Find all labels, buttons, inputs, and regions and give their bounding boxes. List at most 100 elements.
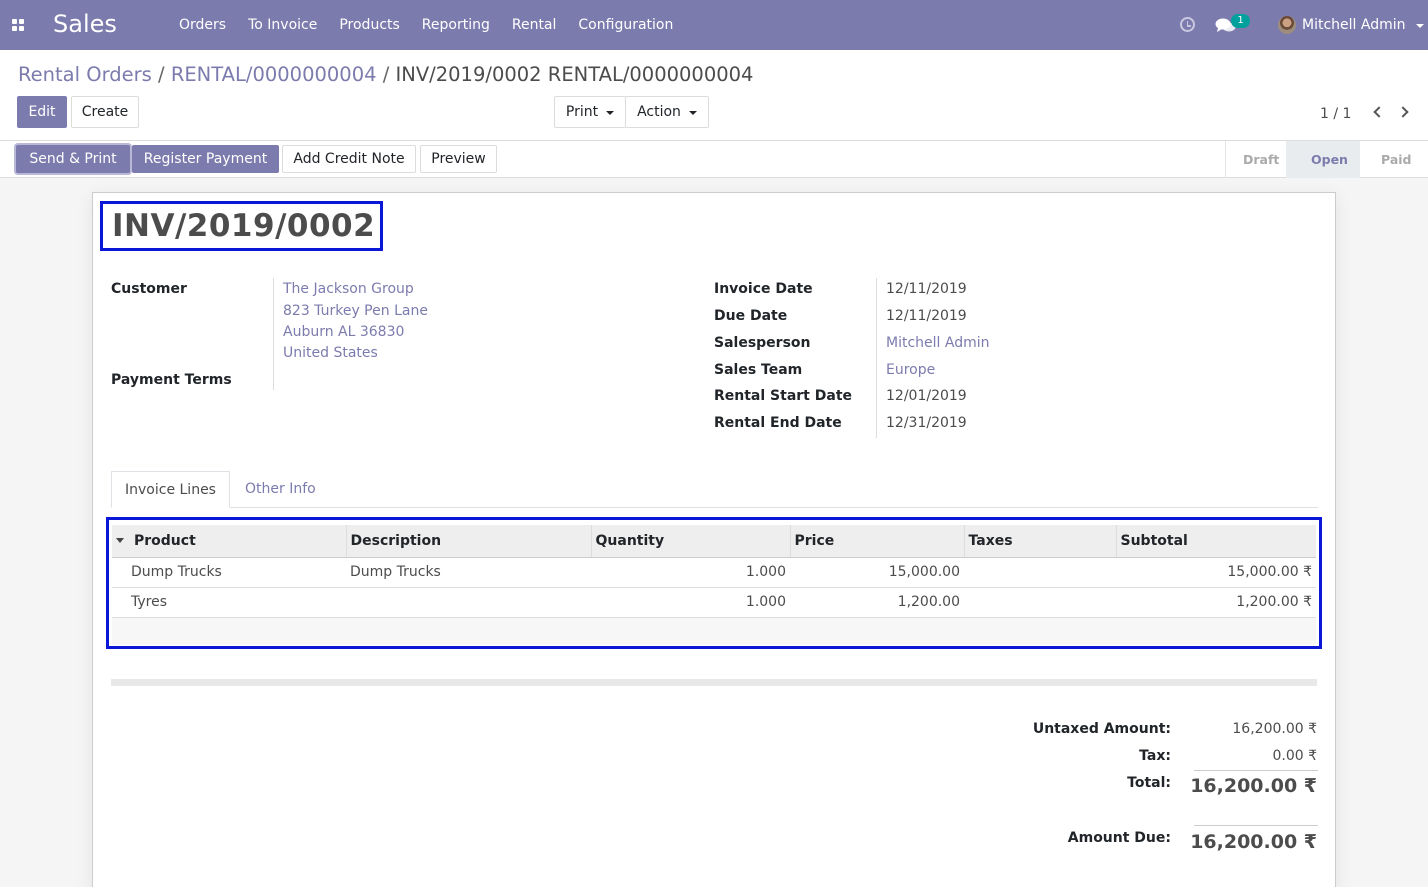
action-caret-icon [688, 111, 697, 115]
cell-taxes [964, 586, 1116, 617]
field-divider [273, 278, 274, 390]
empty-cell [112, 616, 1316, 645]
preview-button[interactable]: Preview [420, 145, 497, 173]
cell-price: 15,000.00 [790, 556, 964, 587]
create-button[interactable]: Create [71, 96, 139, 128]
table-row[interactable]: Tyres 1.000 1,200.00 1,200.00 ₹ [112, 586, 1316, 617]
column-description[interactable]: Description [345, 525, 591, 558]
print-label: Print [565, 104, 599, 120]
status-open[interactable]: Open [1286, 141, 1360, 178]
sort-caret-icon[interactable] [116, 538, 124, 544]
rental-end-date-value[interactable]: 12/31/2019 [886, 415, 967, 431]
invoice-number: INV/2019/0002 [100, 201, 383, 251]
column-subtotal[interactable]: Subtotal [1115, 525, 1316, 558]
tax-value: 0.00 ₹ [1272, 748, 1317, 764]
breadcrumb-rental-orders[interactable]: Rental Orders [18, 63, 152, 86]
send-print-label: Send & Print [29, 151, 117, 167]
app-title[interactable]: Sales [53, 10, 117, 38]
cell-description [346, 586, 591, 617]
table-header-row: Product Description Quantity Price Taxes… [112, 525, 1316, 558]
customer-address-line: 823 Turkey Pen Lane [283, 303, 428, 319]
payment-terms-label: Payment Terms [111, 372, 232, 388]
sales-team-link[interactable]: Europe [886, 362, 935, 378]
user-avatar[interactable] [1278, 16, 1296, 34]
empty-row [112, 616, 1316, 645]
column-quantity[interactable]: Quantity [590, 525, 790, 558]
customer-address-line: Auburn AL 36830 [283, 324, 405, 340]
cell-subtotal: 15,000.00 ₹ [1116, 556, 1316, 587]
field-divider [876, 278, 877, 438]
send-print-button[interactable]: Send & Print [16, 145, 130, 173]
status-draft[interactable]: Draft [1225, 141, 1286, 178]
pager-value[interactable]: 1 / 1 [1320, 106, 1351, 122]
activity-clock-icon[interactable] [1180, 17, 1195, 32]
chat-count-badge: 1 [1231, 14, 1250, 28]
status-pipeline: Draft Open Paid [1225, 141, 1428, 178]
cell-product: Dump Trucks [112, 556, 346, 587]
untaxed-amount-value: 16,200.00 ₹ [1232, 721, 1317, 737]
column-price[interactable]: Price [789, 525, 964, 558]
top-navbar: Sales Orders To Invoice Products Reporti… [0, 0, 1428, 50]
due-date-label: Due Date [714, 308, 788, 324]
customer-address-line: United States [283, 345, 378, 361]
action-dropdown[interactable]: Action [625, 96, 709, 128]
main-menu: Orders To Invoice Products Reporting Ren… [168, 0, 684, 50]
menu-reporting[interactable]: Reporting [411, 0, 501, 50]
rental-end-date-label: Rental End Date [714, 415, 842, 431]
column-product-label: Product [134, 532, 196, 549]
breadcrumb-rental-order[interactable]: RENTAL/0000000004 [171, 63, 377, 86]
tax-label: Tax: [1139, 748, 1171, 764]
cell-taxes [964, 556, 1116, 587]
menu-orders[interactable]: Orders [168, 0, 237, 50]
cell-description: Dump Trucks [346, 556, 591, 587]
status-paid[interactable]: Paid [1360, 141, 1428, 178]
section-divider [111, 679, 1317, 686]
apps-grid-icon[interactable] [12, 19, 24, 31]
pager-previous-icon[interactable] [1373, 106, 1385, 118]
cell-price: 1,200.00 [790, 586, 964, 617]
create-label: Create [81, 104, 129, 120]
sales-team-label: Sales Team [714, 362, 803, 378]
breadcrumb-separator: / [158, 63, 165, 86]
pager-next-icon[interactable] [1397, 106, 1409, 118]
invoice-date-value[interactable]: 12/11/2019 [886, 281, 967, 297]
invoice-form-sheet: INV/2019/0002 Customer The Jackson Group… [92, 192, 1336, 887]
table-row[interactable]: Dump Trucks Dump Trucks 1.000 15,000.00 … [112, 556, 1316, 587]
customer-name-link[interactable]: The Jackson Group [283, 281, 414, 297]
tab-other-info[interactable]: Other Info [232, 471, 329, 508]
header-statusbar: Send & Print Register Payment Add Credit… [0, 141, 1428, 178]
tab-invoice-lines[interactable]: Invoice Lines [111, 471, 230, 508]
edit-button[interactable]: Edit [17, 96, 67, 128]
invoice-lines-table-highlight: Product Description Quantity Price Taxes… [106, 517, 1322, 649]
due-date-value[interactable]: 12/11/2019 [886, 308, 967, 324]
column-taxes[interactable]: Taxes [963, 525, 1116, 558]
edit-label: Edit [28, 104, 56, 120]
register-payment-label: Register Payment [143, 151, 268, 167]
amount-due-label: Amount Due: [1067, 830, 1171, 846]
menu-configuration[interactable]: Configuration [567, 0, 684, 50]
invoice-lines-table: Product Description Quantity Price Taxes… [112, 525, 1316, 645]
untaxed-amount-label: Untaxed Amount: [1032, 721, 1171, 737]
total-value: 16,200.00 ₹ [1190, 775, 1317, 797]
cell-product: Tyres [112, 586, 346, 617]
breadcrumb-current: INV/2019/0002 RENTAL/0000000004 [395, 63, 754, 86]
column-product[interactable]: Product [112, 525, 346, 558]
menu-products[interactable]: Products [328, 0, 410, 50]
rental-start-date-value[interactable]: 12/01/2019 [886, 388, 967, 404]
breadcrumb: Rental Orders / RENTAL/0000000004 / INV/… [18, 63, 753, 86]
print-dropdown[interactable]: Print [554, 96, 626, 128]
user-menu[interactable]: Mitchell Admin [1302, 0, 1406, 51]
register-payment-button[interactable]: Register Payment [132, 145, 279, 173]
action-label: Action [637, 104, 681, 120]
customer-label: Customer [111, 281, 187, 297]
cell-quantity: 1.000 [591, 586, 790, 617]
user-menu-caret-icon[interactable] [1416, 24, 1424, 28]
amount-due-separator [1194, 825, 1318, 826]
salesperson-link[interactable]: Mitchell Admin [886, 335, 990, 351]
preview-label: Preview [431, 151, 486, 167]
add-credit-note-button[interactable]: Add Credit Note [282, 145, 416, 173]
menu-to-invoice[interactable]: To Invoice [237, 0, 328, 50]
menu-rental[interactable]: Rental [501, 0, 568, 50]
total-label: Total: [1127, 775, 1171, 791]
cell-quantity: 1.000 [591, 556, 790, 587]
